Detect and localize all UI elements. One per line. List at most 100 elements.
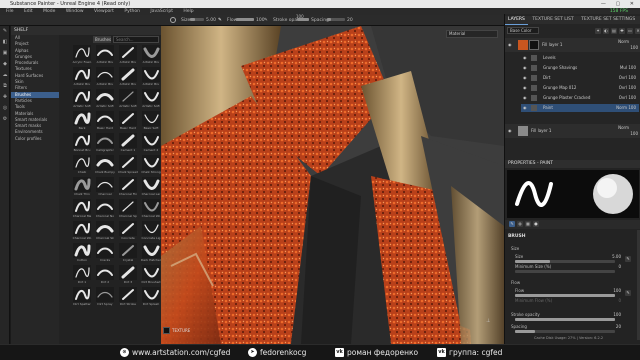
effect-row[interactable]: ◉ Dirt Ovrl 100 (521, 74, 639, 82)
pen-pressure-icon[interactable]: ✎ (218, 16, 222, 25)
brush-preset-tile[interactable]: Acrylic Fowo (71, 44, 93, 66)
brush-preset-tile[interactable]: Dirt Brushed (140, 264, 162, 286)
channel-dropdown[interactable]: Base Color (507, 27, 539, 34)
size-slider[interactable] (190, 18, 204, 21)
effect-visibility-eye-icon[interactable]: ◉ (523, 84, 527, 92)
layer-row[interactable]: ◉ Fill layer 1 Norm 100 (505, 38, 640, 52)
window-controls[interactable]: — ▢ ✕ (601, 0, 638, 8)
brush-preset-tile[interactable]: Crystal (117, 242, 139, 264)
vk-profile-name[interactable]: роман федоренко (347, 345, 418, 360)
add-folder-icon[interactable]: ▭ (627, 28, 633, 34)
brush-preset-tile[interactable]: Basic Soft (140, 110, 162, 132)
brush-preset-tile[interactable]: Charcoal (94, 176, 116, 198)
picker-icon[interactable]: ✚ (0, 92, 10, 103)
effect-visibility-eye-icon[interactable]: ◉ (523, 54, 527, 62)
viewport-camera-icon[interactable] (163, 327, 170, 334)
shelf-search-input[interactable]: Search... (113, 36, 159, 43)
brush-preset-tile[interactable]: Basic Hard (117, 110, 139, 132)
brush-preset-tile[interactable]: Chalk Spread (117, 154, 139, 176)
visibility-eye-icon[interactable]: ◉ (508, 128, 512, 133)
layer-blend[interactable]: Norm (618, 125, 629, 130)
layer-name[interactable]: Fill layer 1 (542, 42, 562, 47)
effect-opacity[interactable]: 100 (628, 94, 636, 102)
effect-blend[interactable]: Ovrl (619, 74, 627, 82)
min-size-slider[interactable] (515, 270, 615, 273)
menu-python[interactable]: Python (124, 9, 140, 14)
telegram-handle[interactable]: fedorenkocg (260, 345, 306, 360)
brush-preset-tile[interactable]: Calligraphic (94, 132, 116, 154)
spacing-value[interactable]: 20 (616, 324, 621, 329)
effect-opacity[interactable]: 100 (628, 64, 636, 72)
artstation-url[interactable]: www.artstation.com/cgfed (132, 345, 230, 360)
add-layer-icon[interactable]: ✚ (619, 28, 625, 34)
add-effect-icon[interactable]: ✦ (595, 28, 601, 34)
brush-preset-tile[interactable]: Dirt Stroke (117, 286, 139, 308)
spacing-slider[interactable] (515, 330, 615, 333)
brush-preset-tile[interactable]: Charcoal No (94, 198, 116, 220)
brush-preset-tile[interactable]: Artistic Bru (117, 66, 139, 88)
brush-preset-tile[interactable]: Charcoal Fin (117, 176, 139, 198)
spacing-slider[interactable] (327, 18, 345, 21)
projection-icon[interactable]: ▣ (0, 48, 10, 59)
flow-slider[interactable] (236, 18, 254, 21)
material-tab-icon[interactable]: ● (533, 221, 539, 227)
vk-group-name[interactable]: группа: cgfed (449, 345, 502, 360)
menu-viewport[interactable]: Viewport (94, 9, 114, 14)
size-pressure-icon[interactable]: ✎ (625, 256, 631, 262)
flow-pressure-icon[interactable]: ✎ (264, 16, 268, 25)
brush-preset-tile[interactable]: Charcoal Wo (140, 198, 162, 220)
brush-preset-tile[interactable]: Dark Hatcher (140, 242, 162, 264)
brush-preset-tile[interactable]: Dirt Spatter (71, 286, 93, 308)
tab-layers[interactable]: LAYERS (505, 16, 528, 25)
telegram-link[interactable]: ➤ fedorenkocg (248, 345, 306, 360)
brush-preset-tile[interactable]: Artistic Bru (94, 66, 116, 88)
brush-preset-tile[interactable]: Concrete Lig (140, 220, 162, 242)
menu-javascript[interactable]: JavaScript (150, 9, 173, 14)
shelf-category-color-profiles[interactable]: Color profiles (11, 136, 59, 142)
brush-preset-tile[interactable]: Artistic Soft (117, 88, 139, 110)
brush-preset-tile[interactable]: Charcoal Sp (117, 198, 139, 220)
brush-preset-tile[interactable]: Dirt 1 (71, 264, 93, 286)
brush-preset-tile[interactable]: Cement 1 (117, 132, 139, 154)
3d-viewport[interactable]: TEXTURE (161, 26, 504, 344)
brush-preset-tile[interactable]: Bonnet Bru (71, 132, 93, 154)
brush-preset-tile[interactable]: Artistic Bru (140, 44, 162, 66)
brush-preset-tile[interactable]: Artistic Bru (117, 44, 139, 66)
alpha-tab-icon[interactable]: ◍ (517, 221, 523, 227)
brush-preset-tile[interactable]: Chalk Bumpy (94, 154, 116, 176)
brush-preset-tile[interactable]: Dirt 3 (117, 264, 139, 286)
size-value[interactable]: 5.00 (206, 16, 216, 25)
brush-preset-tile[interactable]: Artistic Bru (94, 44, 116, 66)
brush-preset-tile[interactable]: Artistic Soft (71, 88, 93, 110)
brush-preset-tile[interactable]: Chalk Thin (71, 176, 93, 198)
effect-visibility-eye-icon[interactable]: ◉ (523, 104, 527, 112)
flow-slider[interactable] (515, 294, 615, 297)
stroke-opacity-value[interactable]: 100 (613, 312, 621, 317)
menu-help[interactable]: Help (183, 9, 193, 14)
effect-opacity[interactable]: 100 (628, 74, 636, 82)
visibility-eye-icon[interactable]: ◉ (508, 42, 512, 47)
brush-preset-tile[interactable]: Charcoal Wo (71, 220, 93, 242)
brush-preset-tile[interactable]: Dirt Spray (94, 286, 116, 308)
layer-opacity[interactable]: 100 (630, 45, 638, 50)
effect-row[interactable]: ◉ Grunge Shavings Mul 100 (521, 64, 639, 72)
effect-row[interactable]: ◉ Grunge Map 012 Ovrl 100 (521, 84, 639, 92)
vk-profile-link[interactable]: vk роман федоренко (335, 345, 418, 360)
eraser-icon[interactable]: ◧ (0, 37, 10, 48)
layer-opacity[interactable]: 100 (630, 131, 638, 136)
stencil-tab-icon[interactable]: ▦ (525, 221, 531, 227)
brush-preset-tile[interactable]: Charcoal Me (71, 198, 93, 220)
artstation-link[interactable]: ⊙ www.artstation.com/cgfed (120, 345, 230, 360)
brush-preset-tile[interactable]: Artistic Soft (140, 88, 162, 110)
effect-row[interactable]: ◉ Paint Norm 100 (521, 104, 639, 112)
polygon-fill-icon[interactable]: ◆ (0, 59, 10, 70)
mask-thumbnail[interactable] (529, 40, 539, 50)
effect-blend[interactable]: Ovrl (619, 84, 627, 92)
effect-blend[interactable]: Norm (616, 104, 627, 112)
add-fill-icon[interactable]: ▤ (611, 28, 617, 34)
spacing-value[interactable]: 20 (347, 16, 353, 25)
brush-preset-tile[interactable]: Concrete (117, 220, 139, 242)
tab-texture-set-list[interactable]: TEXTURE SET LIST (529, 16, 576, 24)
brush-preset-tile[interactable]: Cotton (71, 242, 93, 264)
viewport-mode-dropdown[interactable]: Material (446, 30, 498, 38)
